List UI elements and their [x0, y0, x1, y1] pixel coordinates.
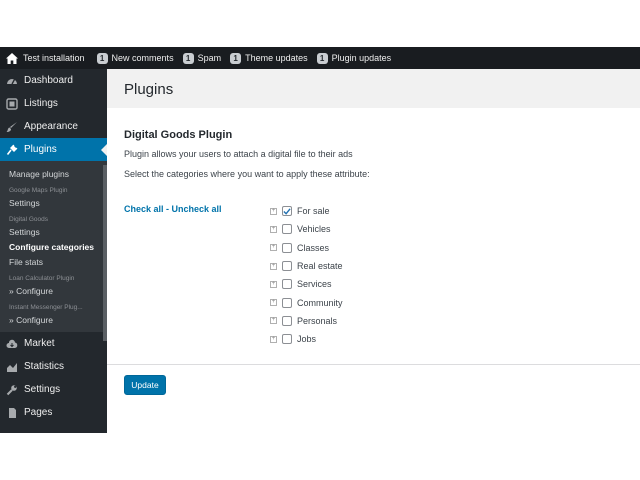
- site-home-link[interactable]: Test installation: [6, 52, 85, 64]
- category-label: Personals: [297, 315, 338, 326]
- expand-icon[interactable]: +: [270, 225, 277, 233]
- expand-icon[interactable]: +: [270, 335, 277, 343]
- sidebar-item-label: Statistics: [24, 361, 65, 372]
- uncheck-all-link[interactable]: Uncheck all: [172, 204, 222, 214]
- plugin-updates-label: Plugin updates: [331, 53, 392, 63]
- category-row: + For sale: [270, 202, 343, 220]
- count-badge: 1: [96, 52, 108, 64]
- main-content: Plugins Digital Goods Plugin Plugin allo…: [107, 69, 640, 433]
- plugins-submenu: Manage plugins Google Maps Plugin Settin…: [0, 161, 107, 341]
- expand-icon[interactable]: +: [270, 244, 277, 252]
- wrench-icon: [6, 384, 18, 396]
- chart-icon: [6, 361, 18, 373]
- update-button[interactable]: Update: [124, 375, 166, 395]
- check-all-link[interactable]: Check all: [124, 204, 164, 214]
- listings-icon: [6, 97, 18, 110]
- sidebar-item-label: Dashboard: [24, 75, 73, 86]
- spam-link[interactable]: 1 Spam: [182, 52, 222, 64]
- home-icon: [6, 52, 18, 64]
- submenu-im-configure[interactable]: » Configure: [0, 313, 107, 328]
- plugin-instructions: Select the categories where you want to …: [124, 169, 370, 179]
- category-label: Vehicles: [297, 224, 331, 235]
- category-checkbox[interactable]: [282, 206, 292, 217]
- category-checkbox[interactable]: [282, 261, 292, 272]
- category-row: + Vehicles: [270, 220, 343, 238]
- submenu-gmaps-settings[interactable]: Settings: [0, 196, 107, 211]
- cloud-icon: [6, 338, 18, 350]
- appearance-icon: [6, 121, 18, 133]
- expand-icon[interactable]: +: [270, 207, 277, 215]
- plugin-settings-panel: Digital Goods Plugin Plugin allows your …: [107, 108, 640, 433]
- submenu-loan-configure[interactable]: » Configure: [0, 284, 107, 299]
- count-badge: 1: [230, 52, 242, 64]
- category-row: + Real estate: [270, 257, 343, 275]
- category-row: + Classes: [270, 239, 343, 257]
- category-label: Classes: [297, 242, 330, 253]
- divider: [107, 364, 640, 365]
- expand-icon[interactable]: +: [270, 317, 277, 325]
- plugin-updates-link[interactable]: 1 Plugin updates: [316, 52, 392, 64]
- admin-bar: Test installation 1 New comments 1 Spam …: [0, 47, 640, 69]
- category-label: Real estate: [297, 261, 343, 272]
- spam-label: Spam: [197, 53, 222, 63]
- admin-sidebar: Dashboard Listings Appearance Plugins Ma…: [0, 69, 107, 433]
- submenu-heading-im: Instant Messenger Plug...: [9, 304, 83, 311]
- plugin-title: Digital Goods Plugin: [124, 129, 233, 141]
- submenu-heading-digital-goods: Digital Goods: [9, 216, 49, 223]
- new-comments-link[interactable]: 1 New comments: [96, 52, 174, 64]
- count-badge: 1: [316, 52, 328, 64]
- sidebar-item-pages[interactable]: Pages: [0, 401, 107, 424]
- sidebar-item-label: Plugins: [24, 144, 57, 155]
- sidebar-item-market[interactable]: Market: [0, 332, 107, 355]
- expand-icon[interactable]: +: [270, 262, 277, 270]
- page-title: Plugins: [124, 81, 174, 98]
- category-tree: + For sale + Vehicles + Classes + Real e…: [270, 202, 343, 348]
- plugins-icon: [6, 144, 18, 156]
- submenu-dg-settings[interactable]: Settings: [0, 225, 107, 240]
- expand-icon[interactable]: +: [270, 299, 277, 307]
- sidebar-item-settings[interactable]: Settings: [0, 378, 107, 401]
- submenu-configure-categories[interactable]: Configure categories: [0, 240, 107, 255]
- submenu-manage-plugins[interactable]: Manage plugins: [0, 167, 107, 182]
- sidebar-item-label: Listings: [24, 98, 58, 109]
- site-name: Test installation: [23, 53, 85, 63]
- category-checkbox[interactable]: [282, 334, 292, 345]
- category-checkbox[interactable]: [282, 242, 292, 253]
- category-row: + Personals: [270, 312, 343, 330]
- category-label: Services: [297, 279, 332, 290]
- sidebar-item-label: Settings: [24, 384, 61, 395]
- category-checkbox[interactable]: [282, 297, 292, 308]
- count-badge: 1: [182, 52, 194, 64]
- submenu-file-stats[interactable]: File stats: [0, 255, 107, 270]
- sidebar-item-label: Appearance: [24, 121, 78, 132]
- check-links-separator: -: [163, 204, 172, 214]
- sidebar-item-label: Market: [24, 338, 55, 349]
- pages-icon: [6, 407, 18, 419]
- sidebar-item-appearance[interactable]: Appearance: [0, 115, 107, 138]
- theme-updates-label: Theme updates: [245, 53, 308, 63]
- category-row: + Community: [270, 293, 343, 311]
- new-comments-label: New comments: [111, 53, 174, 63]
- category-checkbox[interactable]: [282, 315, 292, 326]
- category-checkbox[interactable]: [282, 279, 292, 290]
- category-row: + Services: [270, 275, 343, 293]
- sidebar-item-plugins[interactable]: Plugins: [0, 138, 107, 161]
- category-label: For sale: [297, 206, 330, 217]
- theme-updates-link[interactable]: 1 Theme updates: [230, 52, 308, 64]
- sidebar-item-listings[interactable]: Listings: [0, 92, 107, 115]
- dashboard-icon: [6, 75, 18, 87]
- category-checkbox[interactable]: [282, 224, 292, 235]
- checkmark-icon: [283, 208, 291, 215]
- expand-icon[interactable]: +: [270, 280, 277, 288]
- category-row: + Jobs: [270, 330, 343, 348]
- category-label: Jobs: [297, 334, 317, 345]
- sidebar-item-dashboard[interactable]: Dashboard: [0, 69, 107, 92]
- sidebar-item-statistics[interactable]: Statistics: [0, 355, 107, 378]
- plugin-description: Plugin allows your users to attach a dig…: [124, 149, 353, 159]
- check-links: Check all - Uncheck all: [124, 204, 222, 214]
- submenu-heading-loan: Loan Calculator Plugin: [9, 275, 75, 282]
- sidebar-item-label: Pages: [24, 407, 53, 418]
- submenu-heading-gmaps: Google Maps Plugin: [9, 187, 68, 194]
- category-label: Community: [297, 297, 343, 308]
